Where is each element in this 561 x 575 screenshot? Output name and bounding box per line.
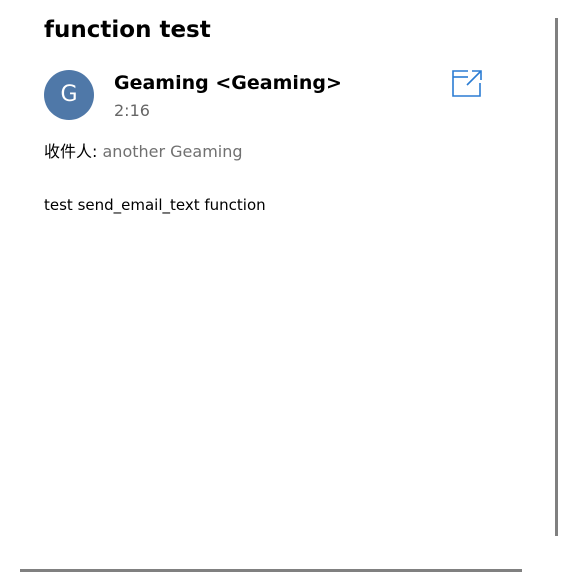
email-reading-pane: function test G Geaming <Geaming> 2:16 收… — [0, 0, 561, 575]
to-label: 收件人: — [44, 142, 98, 161]
open-in-new-window-icon[interactable] — [450, 68, 484, 100]
email-subject: function test — [44, 17, 211, 43]
recipient-name[interactable]: another Geaming — [103, 142, 243, 161]
recipients-line: 收件人: another Geaming — [44, 141, 243, 163]
sender-avatar: G — [44, 70, 94, 120]
email-time: 2:16 — [114, 101, 150, 120]
email-body: test send_email_text function — [44, 196, 266, 214]
horizontal-scrollbar[interactable] — [20, 569, 522, 572]
sender-name[interactable]: Geaming <Geaming> — [114, 70, 342, 96]
vertical-scrollbar[interactable] — [555, 18, 558, 536]
